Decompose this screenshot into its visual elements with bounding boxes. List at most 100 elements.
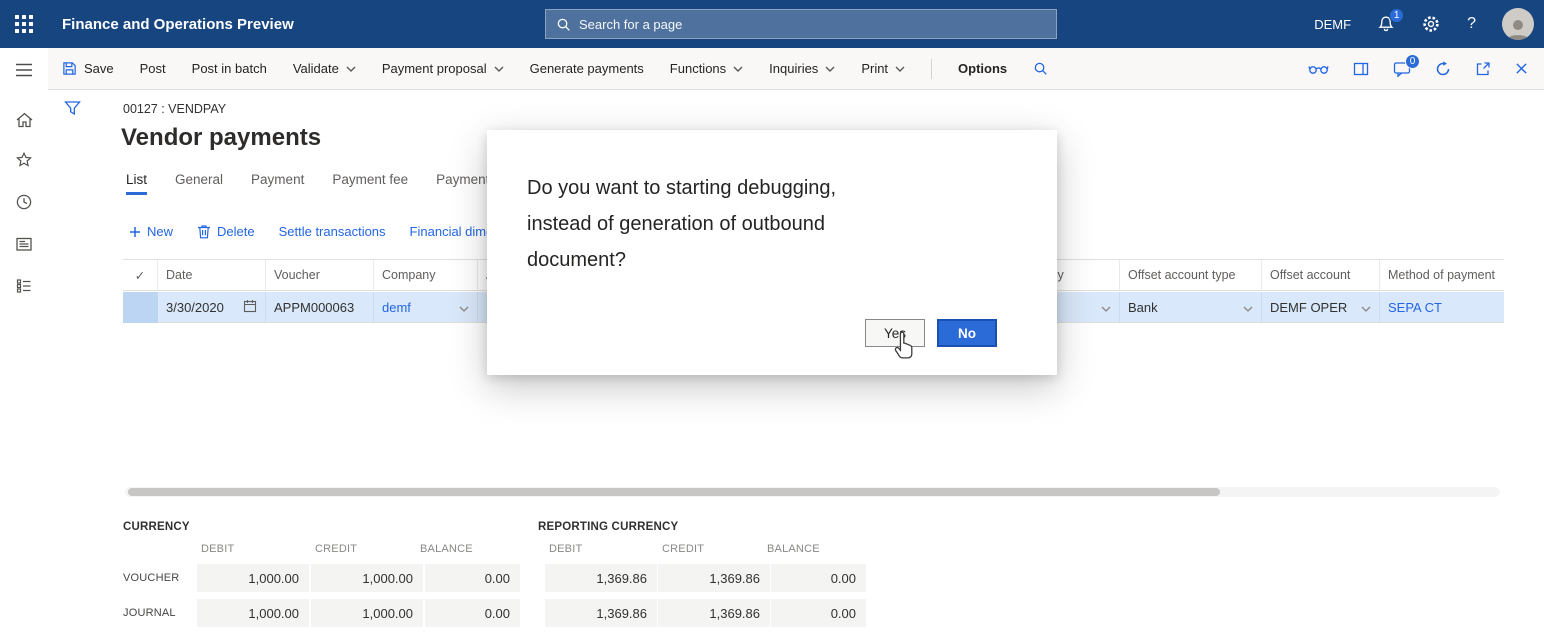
voucher-currency-debit: 1,000.00 <box>197 564 309 592</box>
action-search-button[interactable] <box>1033 61 1048 76</box>
filter-funnel-icon <box>64 100 81 116</box>
col-header-date[interactable]: Date <box>158 260 266 291</box>
voucher-currency-balance: 0.00 <box>425 564 520 592</box>
col-header-voucher[interactable]: Voucher <box>266 260 374 291</box>
open-in-new-icon <box>1475 61 1491 77</box>
grid-action-bar: New Delete Settle transactions Financial… <box>129 224 531 239</box>
refresh-icon <box>1435 61 1451 77</box>
debug-confirmation-dialog: Do you want to starting debugging, inste… <box>487 130 1057 375</box>
app-launcher-button[interactable] <box>0 0 48 48</box>
open-in-new-window-button[interactable] <box>1475 61 1491 77</box>
cell-company[interactable]: demf <box>374 292 478 323</box>
voucher-reporting-credit: 1,369.86 <box>658 564 770 592</box>
inquiries-menu[interactable]: Inquiries <box>769 61 835 76</box>
validate-menu[interactable]: Validate <box>293 61 356 76</box>
help-button[interactable]: ? <box>1467 15 1476 33</box>
chevron-down-icon <box>825 66 835 72</box>
nav-menu-button[interactable] <box>0 48 48 92</box>
nav-home-button[interactable] <box>0 100 48 140</box>
currency-balance-header: BALANCE <box>420 543 473 555</box>
filter-button[interactable] <box>64 100 81 119</box>
payment-proposal-menu[interactable]: Payment proposal <box>382 61 504 76</box>
chevron-down-icon[interactable] <box>1361 300 1371 315</box>
tab-payment-fee[interactable]: Payment fee <box>332 172 408 195</box>
notifications-button[interactable]: 1 <box>1377 15 1395 33</box>
settle-transactions-button[interactable]: Settle transactions <box>279 224 386 239</box>
reporting-balance-header: BALANCE <box>767 543 820 555</box>
side-panel-button[interactable] <box>1353 61 1369 77</box>
tab-general[interactable]: General <box>175 172 223 195</box>
col-header-method-of-payment[interactable]: Method of payment <box>1380 260 1504 291</box>
tab-strip: List General Payment Payment fee Payment <box>126 172 489 195</box>
dialog-buttons: Yes No <box>865 319 997 347</box>
app-title: Finance and Operations Preview <box>62 16 294 33</box>
page-search-input[interactable] <box>579 17 1046 32</box>
page-search-box[interactable] <box>545 9 1057 39</box>
cell-offset-account[interactable]: DEMF OPER <box>1262 292 1380 323</box>
cell-voucher[interactable]: APPM000063 <box>266 292 374 323</box>
glasses-icon <box>1308 62 1329 75</box>
post-in-batch-button[interactable]: Post in batch <box>192 61 267 76</box>
tab-list[interactable]: List <box>126 172 147 195</box>
reporting-credit-header: CREDIT <box>662 543 704 555</box>
chevron-down-icon[interactable] <box>459 300 469 315</box>
functions-menu[interactable]: Functions <box>670 61 743 76</box>
generate-payments-button[interactable]: Generate payments <box>530 61 644 76</box>
glasses-button[interactable] <box>1308 62 1329 75</box>
options-button[interactable]: Options <box>958 61 1007 76</box>
cell-date[interactable]: 3/30/2020 <box>158 292 266 323</box>
company-picker[interactable]: DEMF <box>1314 17 1351 32</box>
chevron-down-icon <box>895 66 905 72</box>
chevron-down-icon[interactable] <box>1101 300 1111 315</box>
row-select-cell[interactable] <box>123 292 158 323</box>
settings-button[interactable] <box>1421 14 1441 34</box>
action-pane-items: Save Post Post in batch Validate Payment… <box>62 59 1048 79</box>
horizontal-scrollbar-thumb[interactable] <box>128 488 1220 496</box>
nav-recent-button[interactable] <box>0 182 48 222</box>
print-menu[interactable]: Print <box>861 61 905 76</box>
record-id: 00127 : VENDPAY <box>123 102 226 116</box>
message-badge: 0 <box>1405 54 1420 69</box>
side-panel-icon <box>1353 61 1369 77</box>
nav-favorites-button[interactable] <box>0 140 48 180</box>
totals-currency-title: CURRENCY <box>123 521 190 533</box>
delete-button[interactable]: Delete <box>197 224 255 239</box>
journal-currency-credit: 1,000.00 <box>311 599 423 627</box>
journal-currency-balance: 0.00 <box>425 599 520 627</box>
new-button[interactable]: New <box>129 224 173 239</box>
calendar-icon[interactable] <box>243 299 257 316</box>
currency-debit-header: DEBIT <box>201 543 234 555</box>
refresh-button[interactable] <box>1435 61 1451 77</box>
gear-icon <box>1421 14 1441 34</box>
save-button[interactable]: Save <box>62 61 114 76</box>
nav-workspaces-button[interactable] <box>0 224 48 264</box>
action-pane-right-icons: 0 <box>1308 61 1528 77</box>
post-button[interactable]: Post <box>140 61 166 76</box>
journal-currency-debit: 1,000.00 <box>197 599 309 627</box>
select-all-header[interactable]: ✓ <box>123 260 158 291</box>
nav-modules-button[interactable] <box>0 266 48 306</box>
chevron-down-icon[interactable] <box>1243 300 1253 315</box>
col-header-company[interactable]: Company <box>374 260 478 291</box>
avatar[interactable] <box>1502 8 1534 40</box>
no-button[interactable]: No <box>937 319 997 347</box>
cell-method-of-payment[interactable]: SEPA CT <box>1380 292 1504 323</box>
top-header-bar: Finance and Operations Preview DEMF 1 <box>0 0 1544 48</box>
voucher-currency-credit: 1,000.00 <box>311 564 423 592</box>
col-header-offset-account[interactable]: Offset account <box>1262 260 1380 291</box>
clock-icon <box>15 193 33 211</box>
tab-payment-2[interactable]: Payment <box>436 172 489 195</box>
voucher-reporting-debit: 1,369.86 <box>545 564 657 592</box>
reporting-debit-header: DEBIT <box>549 543 582 555</box>
close-button[interactable] <box>1515 62 1528 75</box>
newspaper-icon <box>15 235 33 253</box>
voucher-row-label: VOUCHER <box>123 564 179 592</box>
yes-button[interactable]: Yes <box>865 319 925 347</box>
messages-button[interactable]: 0 <box>1393 61 1411 77</box>
tab-payment[interactable]: Payment <box>251 172 304 195</box>
hierarchy-list-icon <box>15 277 33 295</box>
col-header-offset-account-type[interactable]: Offset account type <box>1120 260 1262 291</box>
horizontal-scrollbar-track[interactable] <box>125 487 1500 497</box>
cell-offset-account-type[interactable]: Bank <box>1120 292 1262 323</box>
trash-icon <box>197 224 211 239</box>
